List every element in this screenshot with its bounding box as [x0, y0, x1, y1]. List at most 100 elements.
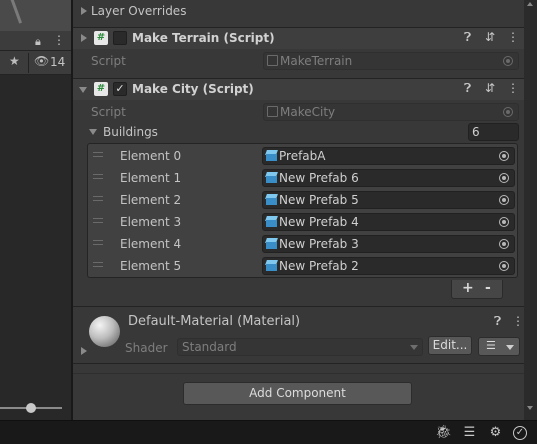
- preset-sliders-icon[interactable]: ⇵: [485, 30, 495, 44]
- object-picker-icon: [503, 107, 513, 117]
- script-label: Script: [91, 105, 126, 119]
- prefab-cube-icon: [265, 150, 278, 161]
- drag-handle-icon[interactable]: [93, 262, 103, 267]
- make-terrain-header[interactable]: # Make Terrain (Script) ❓︎ ⇵ ⋮: [73, 27, 524, 49]
- object-picker-icon[interactable]: [499, 195, 509, 205]
- object-picker-icon[interactable]: [499, 173, 509, 183]
- favorite-star-icon[interactable]: ★: [9, 54, 20, 68]
- shader-dropdown[interactable]: Standard: [177, 338, 423, 356]
- foldout-expanded-icon[interactable]: [89, 129, 97, 135]
- visibility-count: 14: [50, 55, 66, 69]
- add-element-button[interactable]: +: [462, 280, 474, 296]
- element-value: New Prefab 6: [279, 171, 359, 185]
- list-item[interactable]: Element 2 New Prefab 5: [88, 189, 517, 211]
- foldout-collapsed-icon[interactable]: [81, 347, 87, 355]
- scroll-down-arrow-icon[interactable]: [527, 406, 533, 410]
- kebab-menu-icon[interactable]: ⋮: [53, 33, 65, 47]
- script-file-icon: [267, 106, 278, 117]
- make-city-enabled-checkbox[interactable]: ✓: [113, 82, 127, 96]
- shader-value: Standard: [182, 340, 237, 354]
- script-field-value: MakeTerrain: [280, 54, 353, 68]
- scene-view-thumbnail[interactable]: [0, 0, 71, 31]
- buildings-size-value: 6: [472, 125, 480, 139]
- preset-sliders-icon[interactable]: ⇵: [485, 81, 495, 95]
- drag-handle-icon[interactable]: [93, 218, 103, 223]
- debug-bug-icon[interactable]: 🐞︎: [435, 424, 452, 441]
- foldout-collapsed-icon[interactable]: [81, 7, 87, 15]
- drag-handle-icon[interactable]: [93, 174, 103, 179]
- list-item[interactable]: Element 3 New Prefab 4: [88, 211, 517, 233]
- layers-stack-icon[interactable]: ☰: [461, 424, 478, 441]
- kebab-menu-icon[interactable]: ⋮: [512, 314, 524, 328]
- element-value: New Prefab 4: [279, 215, 359, 229]
- buildings-label: Buildings: [103, 125, 158, 139]
- layer-overrides-label: Layer Overrides: [91, 4, 187, 18]
- help-icon[interactable]: ❓︎: [464, 81, 471, 96]
- element-value: PrefabA: [279, 149, 326, 163]
- make-terrain-enabled-checkbox[interactable]: [113, 31, 127, 45]
- prefab-cube-icon: [265, 260, 278, 271]
- list-icon: ☰: [486, 339, 496, 352]
- network-icon[interactable]: ⚙︎: [487, 424, 504, 441]
- script-file-icon: [267, 55, 278, 66]
- list-footer: + -: [451, 280, 503, 299]
- add-component-button[interactable]: Add Component: [183, 382, 412, 405]
- buildings-foldout[interactable]: Buildings 6: [73, 122, 524, 142]
- element-label: Element 2: [120, 193, 182, 207]
- remove-element-button[interactable]: -: [485, 280, 491, 296]
- lock-icon[interactable]: 🔒︎: [35, 35, 41, 49]
- scroll-up-arrow-icon[interactable]: [527, 2, 533, 6]
- prefab-cube-icon: [265, 238, 278, 249]
- drag-handle-icon[interactable]: [93, 152, 103, 157]
- object-picker-icon: [503, 56, 513, 66]
- inspector-panel: Layer Overrides # Make Terrain (Script) …: [73, 0, 524, 420]
- layer-overrides-foldout[interactable]: Layer Overrides: [73, 0, 524, 27]
- object-picker-icon[interactable]: [499, 151, 509, 161]
- edit-shader-button[interactable]: Edit...: [428, 336, 472, 355]
- element-object-field[interactable]: New Prefab 5: [262, 191, 515, 209]
- object-picker-icon[interactable]: [499, 261, 509, 271]
- panel-toolbar: 🔒︎ ⋮: [0, 31, 71, 51]
- material-title: Default-Material (Material): [128, 314, 301, 329]
- script-hash-icon: #: [94, 31, 108, 45]
- material-preview-sphere: [89, 316, 120, 347]
- list-item[interactable]: Element 0 PrefabA: [88, 145, 517, 167]
- list-item[interactable]: Element 1 New Prefab 6: [88, 167, 517, 189]
- section-divider: [73, 306, 524, 307]
- prefab-cube-icon: [265, 216, 278, 227]
- zoom-slider-handle[interactable]: [26, 403, 36, 413]
- foldout-collapsed-icon[interactable]: [81, 34, 87, 42]
- section-divider: [73, 363, 524, 364]
- element-label: Element 4: [120, 237, 182, 251]
- eye-icon[interactable]: 👁︎: [34, 54, 49, 68]
- element-value: New Prefab 2: [279, 259, 359, 273]
- element-object-field[interactable]: New Prefab 3: [262, 235, 515, 253]
- inspector-scrollbar[interactable]: [524, 0, 537, 420]
- list-item[interactable]: Element 4 New Prefab 3: [88, 233, 517, 255]
- help-icon[interactable]: ❓︎: [464, 30, 471, 45]
- element-object-field[interactable]: PrefabA: [262, 147, 515, 165]
- help-icon[interactable]: ❓︎: [494, 314, 501, 329]
- object-picker-icon[interactable]: [499, 239, 509, 249]
- kebab-menu-icon[interactable]: ⋮: [507, 81, 519, 95]
- shader-options-dropdown[interactable]: ☰: [478, 337, 520, 356]
- foldout-expanded-icon[interactable]: [79, 87, 87, 93]
- kebab-menu-icon[interactable]: ⋮: [507, 30, 519, 44]
- chevron-down-icon: [410, 345, 418, 350]
- list-item[interactable]: Element 5 New Prefab 2: [88, 255, 517, 277]
- element-object-field[interactable]: New Prefab 4: [262, 213, 515, 231]
- element-object-field[interactable]: New Prefab 2: [262, 257, 515, 275]
- element-value: New Prefab 5: [279, 193, 359, 207]
- element-label: Element 5: [120, 259, 182, 273]
- scene-visibility-toolbar: ★ 👁︎ 14: [0, 51, 71, 75]
- make-city-header[interactable]: # ✓ Make City (Script) ❓︎ ⇵ ⋮: [73, 78, 524, 100]
- check-circle-icon[interactable]: ✓: [513, 426, 527, 440]
- object-picker-icon[interactable]: [499, 217, 509, 227]
- buildings-size-field[interactable]: 6: [468, 123, 519, 141]
- element-object-field[interactable]: New Prefab 6: [262, 169, 515, 187]
- drag-handle-icon[interactable]: [93, 196, 103, 201]
- drag-handle-icon[interactable]: [93, 240, 103, 245]
- make-terrain-script-field: MakeTerrain: [263, 52, 519, 70]
- script-hash-icon: #: [94, 82, 108, 96]
- element-value: New Prefab 3: [279, 237, 359, 251]
